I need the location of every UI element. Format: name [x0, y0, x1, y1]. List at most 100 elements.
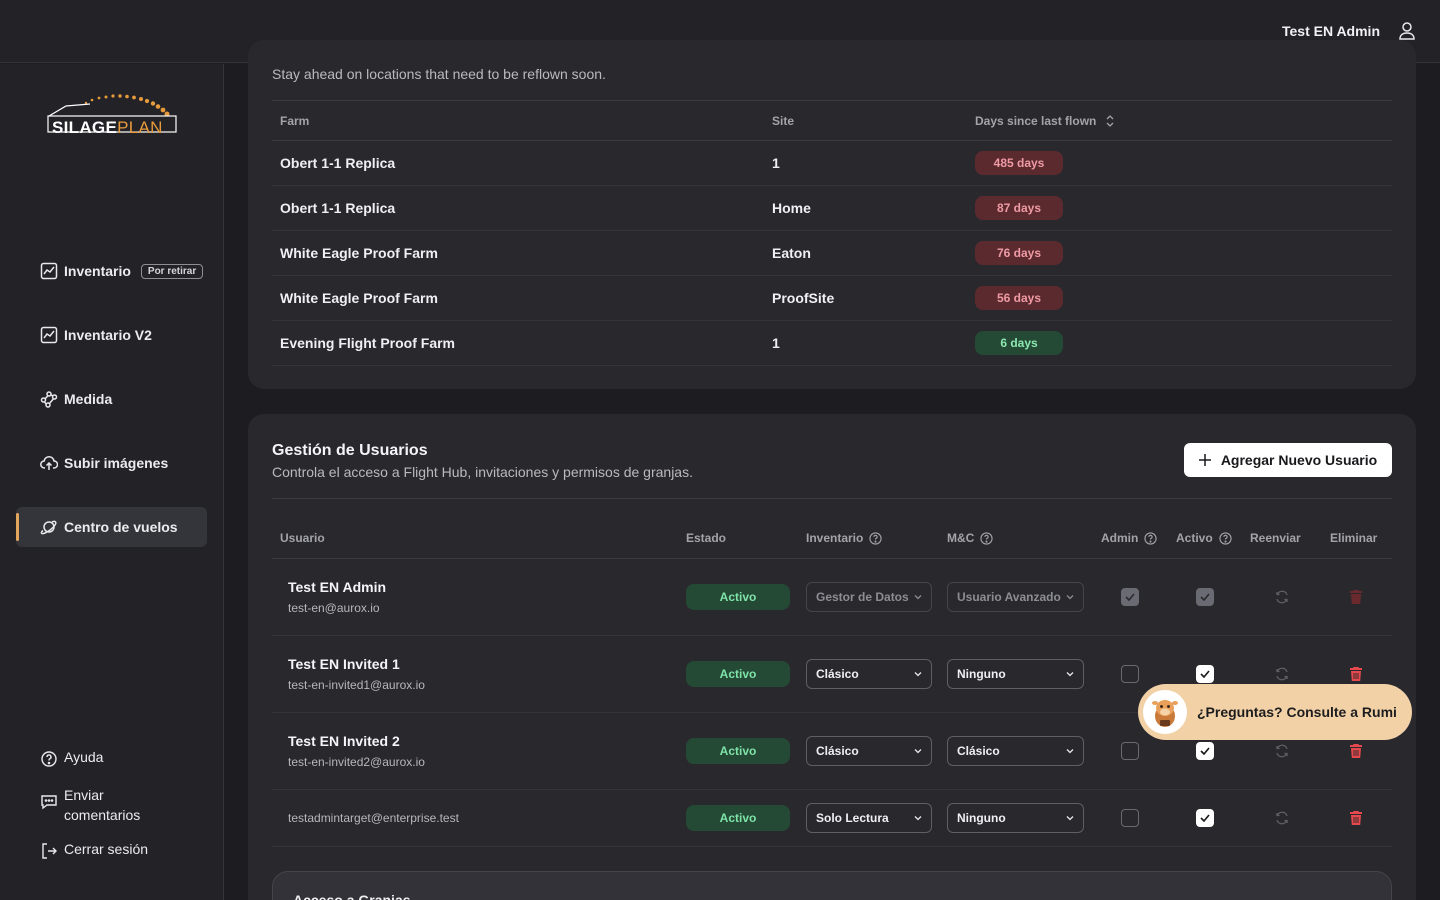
chevron-down-icon: [914, 749, 922, 754]
status-badge: Activo: [686, 738, 790, 764]
farm-name: Obert 1-1 Replica: [280, 200, 396, 216]
inventory-role-select[interactable]: Solo Lectura: [806, 803, 932, 833]
help-icon[interactable]: [1219, 531, 1232, 545]
sidebar: SILAGEPLAN Inventario Por retirar Invent…: [0, 64, 224, 900]
table-row[interactable]: Evening Flight Proof Farm 1 6 days: [272, 321, 1392, 366]
admin-checkbox: [1121, 588, 1139, 606]
admin-checkbox[interactable]: [1121, 809, 1139, 827]
retire-badge: Por retirar: [140, 263, 204, 279]
column-inventory: Inventario: [806, 518, 882, 558]
table-row[interactable]: White Eagle Proof Farm ProofSite 56 days: [272, 276, 1392, 321]
add-user-button[interactable]: Agregar Nuevo Usuario: [1184, 443, 1392, 477]
nav-item-enviar-comentarios[interactable]: Enviar comentarios: [40, 785, 140, 825]
user-name: Test EN Admin: [288, 579, 387, 595]
farm-name: Evening Flight Proof Farm: [280, 335, 456, 351]
user-name: Test EN Admin: [1281, 23, 1380, 39]
resend-invite-button: [1269, 584, 1295, 610]
column-resend: Reenviar: [1250, 531, 1301, 545]
reflown-card: Stay ahead on locations that need to be …: [248, 40, 1416, 389]
column-active: Activo: [1176, 518, 1232, 558]
nav-item-cerrar-sesion[interactable]: Cerrar sesión: [40, 841, 148, 860]
refresh-icon: [1276, 667, 1288, 681]
users-table-header: Usuario Estado Inventario M&C Admin Acti…: [272, 518, 1392, 559]
active-checkbox[interactable]: [1196, 742, 1214, 760]
resend-invite-button[interactable]: [1269, 738, 1295, 764]
chevron-down-icon: [1066, 749, 1074, 754]
nav-label: Subir imágenes: [64, 455, 169, 471]
help-icon: [40, 750, 58, 768]
logout-icon: [40, 842, 58, 860]
refresh-icon: [1276, 590, 1288, 604]
status-badge: Activo: [686, 661, 790, 687]
table-row[interactable]: Obert 1-1 Replica Home 87 days: [272, 186, 1392, 231]
user-management-title: Gestión de Usuarios: [272, 442, 428, 459]
farm-access-card: Acceso a Granjas: [272, 871, 1392, 900]
farm-name: White Eagle Proof Farm: [280, 290, 438, 306]
active-checkbox[interactable]: [1196, 809, 1214, 827]
measure-icon: [40, 390, 58, 408]
cloud-upload-icon: [40, 454, 58, 472]
active-checkbox[interactable]: [1196, 665, 1214, 683]
feedback-icon: [40, 793, 58, 811]
days-badge: 76 days: [975, 241, 1063, 265]
mc-role-select[interactable]: Ninguno: [947, 803, 1084, 833]
trash-icon[interactable]: [1349, 743, 1363, 759]
chart-icon: [40, 262, 58, 280]
planet-icon: [40, 518, 58, 536]
silageplan-logo[interactable]: SILAGEPLAN: [46, 94, 180, 137]
refresh-icon: [1276, 811, 1288, 825]
help-icon[interactable]: [869, 531, 882, 545]
site-name: ProofSite: [772, 290, 835, 306]
help-icon[interactable]: [1144, 531, 1157, 545]
user-email: test-en-invited2@aurox.io: [288, 755, 425, 769]
admin-checkbox[interactable]: [1121, 665, 1139, 683]
mc-role-select[interactable]: Ninguno: [947, 659, 1084, 689]
table-row[interactable]: Obert 1-1 Replica 1 485 days: [272, 141, 1392, 186]
column-status: Estado: [686, 531, 727, 545]
active-checkbox: [1196, 588, 1214, 606]
nav-item-inventario-v2[interactable]: Inventario V2: [16, 315, 207, 355]
chevron-down-icon: [914, 595, 922, 600]
chevron-down-icon: [914, 672, 922, 677]
table-row: Test EN Admin test-en@aurox.io Activo Ge…: [272, 559, 1392, 636]
user-email: test-en-invited1@aurox.io: [288, 678, 425, 692]
admin-checkbox[interactable]: [1121, 742, 1139, 760]
divider: [272, 498, 1392, 499]
rumi-chat-label: ¿Preguntas? Consulte a Rumi: [1197, 704, 1397, 720]
days-badge: 6 days: [975, 331, 1063, 355]
user-management-card: Gestión de Usuarios Controla el acceso a…: [248, 414, 1416, 900]
farm-name: Obert 1-1 Replica: [280, 155, 396, 171]
chevron-down-icon: [1066, 595, 1074, 600]
nav-item-subir-imagenes[interactable]: Subir imágenes: [16, 443, 207, 483]
nav-item-medida[interactable]: Medida: [16, 379, 207, 419]
column-user: Usuario: [280, 531, 325, 545]
column-site: Site: [772, 113, 795, 128]
nav-label: Inventario: [64, 263, 131, 279]
days-badge: 87 days: [975, 196, 1063, 220]
user-name: Test EN Invited 2: [288, 733, 400, 749]
column-days-since-last-flown[interactable]: Days since last flown: [975, 101, 1114, 140]
add-user-label: Agregar Nuevo Usuario: [1220, 452, 1378, 468]
trash-icon[interactable]: [1349, 810, 1363, 826]
mc-role-select: Usuario Avanzado: [947, 582, 1084, 612]
inventory-role-select[interactable]: Clásico: [806, 736, 932, 766]
site-name: 1: [772, 155, 780, 171]
mc-role-select[interactable]: Clásico: [947, 736, 1084, 766]
help-icon[interactable]: [980, 531, 993, 545]
status-badge: Activo: [686, 805, 790, 831]
inventory-role-select[interactable]: Clásico: [806, 659, 932, 689]
resend-invite-button[interactable]: [1269, 805, 1295, 831]
column-farm: Farm: [280, 113, 310, 128]
nav-item-centro-de-vuelos[interactable]: Centro de vuelos: [16, 507, 207, 547]
nav-item-inventario[interactable]: Inventario Por retirar: [16, 251, 207, 291]
user-management-subtitle: Controla el acceso a Flight Hub, invitac…: [272, 464, 693, 480]
reflown-subtitle: Stay ahead on locations that need to be …: [272, 66, 606, 82]
trash-icon[interactable]: [1349, 666, 1363, 682]
rumi-chat-button[interactable]: ¿Preguntas? Consulte a Rumi: [1138, 684, 1412, 740]
table-row[interactable]: White Eagle Proof Farm Eaton 76 days: [272, 231, 1392, 276]
user-email: testadmintarget@enterprise.test: [288, 811, 459, 825]
site-name: 1: [772, 335, 780, 351]
nav-item-ayuda[interactable]: Ayuda: [40, 749, 103, 768]
sort-icon[interactable]: [1106, 114, 1114, 128]
farm-access-title: Acceso a Granjas: [293, 892, 411, 900]
